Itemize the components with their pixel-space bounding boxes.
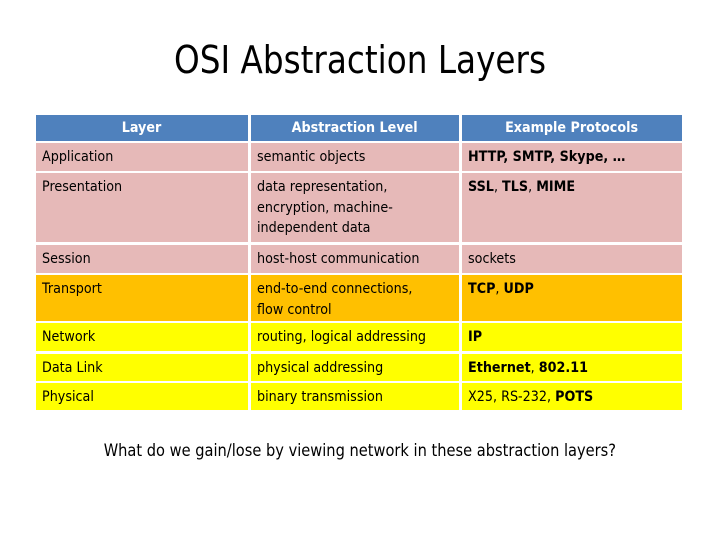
- protocol-name-bold: 802.11: [538, 360, 589, 376]
- table-row: Physical binary transmission X25, RS-232, …: [36, 383, 682, 410]
- protocol-name-bold: IP: [468, 329, 483, 345]
- protocol-name-bold: UDP: [503, 281, 534, 297]
- layer-name-cell: Physical: [36, 383, 248, 410]
- layer-name-cell: Presentation: [36, 173, 248, 242]
- slide-title: OSI Abstraction Layers: [173, 38, 546, 82]
- abstraction-level-cell: semantic objects: [251, 143, 459, 171]
- layer-name-cell: Network: [36, 323, 248, 351]
- layer-name-cell: Transport: [36, 275, 248, 321]
- abstraction-level-line: binary transmission: [257, 389, 383, 405]
- table-row: Transport end-to-end connections, flow con…: [36, 275, 682, 321]
- abstraction-level-cell: host-host communication: [251, 245, 459, 273]
- abstraction-level-line: data representation,: [257, 179, 388, 195]
- table-row: Application semantic objects HTTP, SMTP, S…: [36, 143, 682, 171]
- example-protocols: HTTP, SMTP, Skype, …: [468, 147, 625, 168]
- abstraction-level-line: host-host communication: [257, 251, 420, 267]
- example-protocols: sockets: [468, 249, 516, 270]
- abstraction-level-line: semantic objects: [257, 149, 366, 165]
- header-layer: Layer: [36, 115, 248, 141]
- example-protocols: Ethernet, 802.11: [468, 358, 588, 379]
- example-protocols: SSL, TLS, MIME: [468, 177, 575, 198]
- protocol-text: sockets: [468, 251, 516, 267]
- abstraction-level-cell: physical addressing: [251, 354, 459, 381]
- protocol-text: X25, RS-232,: [468, 389, 556, 405]
- layer-name: Presentation: [42, 179, 123, 195]
- protocol-name-bold: MIME: [536, 179, 576, 195]
- abstraction-level-line: physical addressing: [257, 360, 384, 376]
- protocol-text: ,: [528, 179, 537, 195]
- layer-name: Physical: [42, 389, 94, 405]
- example-protocols-cell: sockets: [462, 245, 682, 273]
- protocol-name-bold: Ethernet: [468, 360, 531, 376]
- protocol-name-bold: TLS: [502, 179, 529, 195]
- abstraction-level-cell: data representation, encryption, machine-…: [251, 173, 459, 242]
- abstraction-level-cell: routing, logical addressing: [251, 323, 459, 351]
- abstraction-level-line: flow control: [257, 301, 332, 318]
- protocol-name-bold: SSL: [468, 179, 494, 195]
- layer-name-cell: Session: [36, 245, 248, 273]
- table-row: Data Link physical addressing Ethernet, 80…: [36, 354, 682, 381]
- abstraction-level-line: independent data: [257, 220, 371, 236]
- protocol-name-bold: POTS: [555, 389, 594, 405]
- example-protocols-cell: Ethernet, 802.11: [462, 354, 682, 381]
- example-protocols: TCP, UDP: [468, 279, 534, 300]
- table-row: Network routing, logical addressing IP: [36, 323, 682, 351]
- example-protocols: X25, RS-232, POTS: [468, 387, 593, 408]
- example-protocols-cell: SSL, TLS, MIME: [462, 173, 682, 242]
- header-example-protocols: Example Protocols: [462, 115, 682, 141]
- table-row: Session host-host communication sockets: [36, 245, 682, 273]
- example-protocols-cell: IP: [462, 323, 682, 351]
- example-protocols-cell: TCP, UDP: [462, 275, 682, 321]
- layer-name: Transport: [42, 281, 102, 297]
- layer-name-cell: Data Link: [36, 354, 248, 381]
- example-protocols-cell: X25, RS-232, POTS: [462, 383, 682, 410]
- example-protocols-cell: HTTP, SMTP, Skype, …: [462, 143, 682, 171]
- abstraction-level-cell: binary transmission: [251, 383, 459, 410]
- layer-name: Network: [42, 329, 96, 345]
- layer-name-cell: Application: [36, 143, 248, 171]
- protocol-name-bold: TCP: [468, 281, 496, 297]
- protocol-text: ,: [493, 179, 503, 195]
- layer-name: Data Link: [42, 360, 103, 376]
- discussion-question: What do we gain/lose by viewing network …: [103, 441, 617, 461]
- abstraction-level-line: encryption, machine-: [257, 199, 393, 216]
- layer-name: Application: [42, 149, 114, 165]
- abstraction-level-line: end-to-end connections,: [257, 281, 413, 297]
- protocol-name-bold: HTTP, SMTP, Skype, …: [468, 149, 626, 165]
- abstraction-level-line: routing, logical addressing: [257, 329, 427, 345]
- layer-name: Session: [42, 251, 91, 267]
- example-protocols: IP: [468, 327, 482, 348]
- abstraction-level-cell: end-to-end connections, flow control: [251, 275, 459, 321]
- table-row: Presentation data representation, encrypti…: [36, 173, 682, 242]
- table-header-row: Layer Abstraction Level Example Protocol…: [36, 115, 682, 141]
- header-abstraction-level: Abstraction Level: [251, 115, 459, 141]
